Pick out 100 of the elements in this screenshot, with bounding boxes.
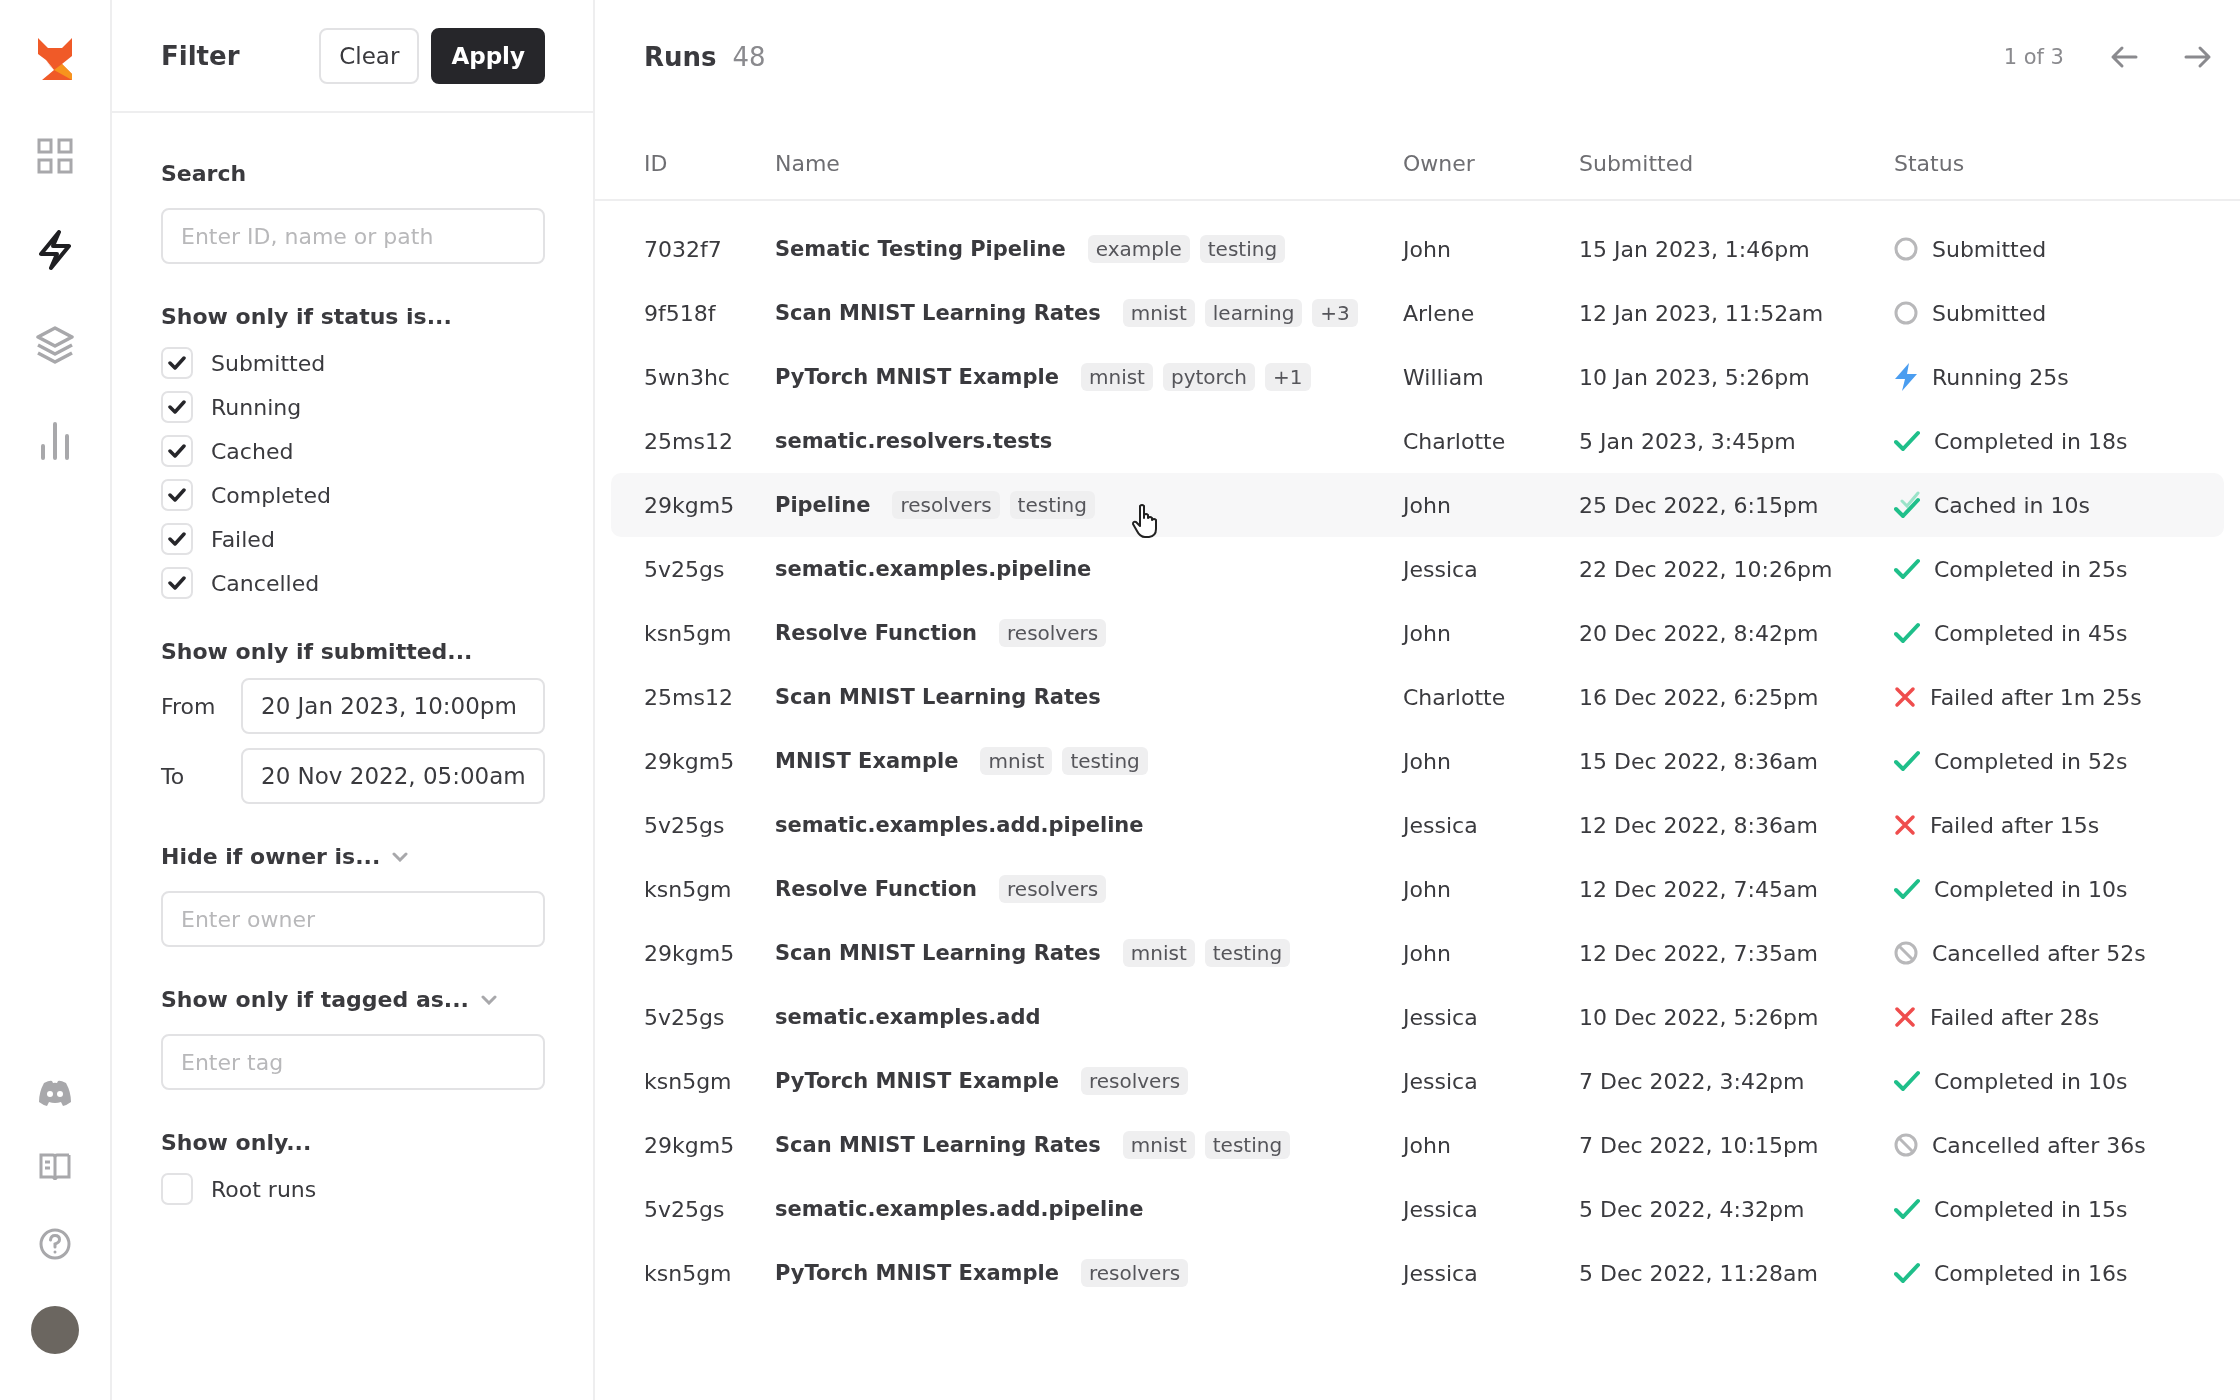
prohibited-icon: [1894, 941, 1918, 965]
run-name: sematic.examples.add.pipeline: [775, 813, 1144, 837]
checkbox[interactable]: [161, 347, 193, 379]
checkbox-label: Running: [211, 394, 302, 420]
table-row[interactable]: 29kgm5 Scan MNIST Learning Rates mnist testing John 7 Dec 2022, 10:15pm Cancelled after 36s: [611, 1113, 2224, 1177]
checkbox[interactable]: [161, 567, 193, 599]
checkbox-label: Submitted: [211, 350, 326, 376]
run-id: ksn5gm: [644, 876, 733, 902]
tag: resolvers: [1080, 1067, 1189, 1095]
column-header[interactable]: Name: [775, 150, 1403, 176]
checkbox[interactable]: [161, 391, 193, 423]
table-row[interactable]: 25ms12 Scan MNIST Learning Rates Charlotte 16 Dec 2022, 6:25pm Failed after 1m 25s: [611, 665, 2224, 729]
arrow-left-icon[interactable]: [2110, 44, 2138, 69]
dashboard-grid-icon[interactable]: [37, 138, 73, 174]
run-id: 5v25gs: [644, 1004, 726, 1030]
discord-icon[interactable]: [38, 1080, 72, 1106]
tag: testing: [1204, 1131, 1291, 1159]
column-header[interactable]: Owner: [1403, 150, 1579, 176]
runs-title: Runs: [644, 41, 717, 72]
fox-logo-icon[interactable]: [36, 36, 74, 82]
status-text: Cancelled after 36s: [1932, 1132, 2146, 1158]
highlighted-row[interactable]: 29kgm5 Pipeline resolvers testing John 25 Dec 2022, 6:15pm Cached in 10s: [611, 473, 2224, 537]
apply-button[interactable]: Apply: [431, 27, 545, 84]
tag: resolvers: [999, 875, 1107, 903]
owner-name: Arlene: [1403, 300, 1476, 326]
status-text: Failed after 28s: [1930, 1004, 2100, 1030]
owner-name: Jessica: [1403, 812, 1479, 838]
owner-name: Jessica: [1403, 1260, 1479, 1286]
submitted-date: 12 Dec 2022, 7:35am: [1579, 940, 1819, 966]
check-icon: [1894, 878, 1920, 900]
table-row[interactable]: 29kgm5 MNIST Example mnist testing John 15 Dec 2022, 8:36am Completed in 52s: [611, 729, 2224, 793]
run-id: ksn5gm: [644, 1068, 733, 1094]
checkbox[interactable]: [161, 523, 193, 555]
tag-field[interactable]: Enter tag: [161, 1034, 545, 1090]
chevron-down-icon[interactable]: [480, 994, 497, 1005]
column-header[interactable]: ID: [644, 150, 775, 176]
table-row[interactable]: 29kgm5 Scan MNIST Learning Rates mnist testing John 12 Dec 2022, 7:35am Cancelled after 52s: [611, 921, 2224, 985]
checkbox[interactable]: [161, 1173, 193, 1205]
clear-button[interactable]: Clear: [319, 27, 420, 84]
table-row[interactable]: ksn5gm PyTorch MNIST Example resolvers Jessica 7 Dec 2022, 3:42pm Completed in 10s: [611, 1049, 2224, 1113]
run-id: 29kgm5: [644, 1132, 736, 1158]
table-row[interactable]: 5wn3hc PyTorch MNIST Example mnist pytorch +1 William 10 Jan 2023, 5:26pm Running 25s: [611, 345, 2224, 409]
status-text: Completed in 52s: [1934, 748, 2128, 774]
book-icon[interactable]: [39, 1152, 71, 1182]
column-header[interactable]: Status: [1894, 150, 2240, 176]
checkmark-icon: [168, 400, 186, 414]
status-text: Completed in 45s: [1934, 620, 2128, 646]
status-filter-label: Show only if status is...: [161, 304, 453, 329]
status-text: Completed in 10s: [1934, 1068, 2128, 1094]
owner-name: Charlotte: [1403, 428, 1507, 454]
run-name: Scan MNIST Learning Rates: [775, 1133, 1101, 1157]
arrow-right-icon[interactable]: [2184, 44, 2212, 69]
table-row[interactable]: 5v25gs sematic.examples.add.pipeline Jessica 5 Dec 2022, 4:32pm Completed in 15s: [611, 1177, 2224, 1241]
cross-icon: [1894, 686, 1916, 708]
checkmark-icon: [168, 444, 186, 458]
empty-circle-icon: [1894, 301, 1918, 325]
submitted-date: 5 Dec 2022, 4:32pm: [1579, 1196, 1806, 1222]
submitted-date: 15 Dec 2022, 8:36am: [1579, 748, 1819, 774]
table-row[interactable]: ksn5gm Resolve Function resolvers John 12 Dec 2022, 7:45am Completed in 10s: [611, 857, 2224, 921]
to-date-field[interactable]: 20 Nov 2022, 05:00am: [241, 748, 545, 804]
tag: testing: [1199, 235, 1286, 263]
checkbox-label: Failed: [211, 526, 275, 552]
tag: mnist: [980, 747, 1053, 775]
column-header[interactable]: Submitted: [1579, 150, 1894, 176]
submitted-date: 12 Dec 2022, 8:36am: [1579, 812, 1819, 838]
lightning-bolt-icon: [1894, 363, 1918, 391]
checkbox[interactable]: [161, 479, 193, 511]
bar-chart-icon[interactable]: [39, 420, 71, 460]
status-text: Running 25s: [1932, 364, 2069, 390]
search-field[interactable]: Enter ID, name or path: [161, 208, 545, 264]
status-text: Completed in 25s: [1934, 556, 2128, 582]
run-name: Pipeline: [775, 493, 871, 517]
table-row[interactable]: 5v25gs sematic.examples.pipeline Jessica 22 Dec 2022, 10:26pm Completed in 25s: [611, 537, 2224, 601]
tag: testing: [1204, 939, 1291, 967]
checkbox[interactable]: [161, 435, 193, 467]
owner-name: John: [1403, 748, 1452, 774]
user-avatar[interactable]: [31, 1306, 79, 1354]
table-row[interactable]: 5v25gs sematic.examples.add.pipeline Jessica 12 Dec 2022, 8:36am Failed after 15s: [611, 793, 2224, 857]
status-text: Completed in 16s: [1934, 1260, 2128, 1286]
from-date-field[interactable]: 20 Jan 2023, 10:00pm: [241, 678, 545, 734]
table-row[interactable]: 5v25gs sematic.examples.add Jessica 10 Dec 2022, 5:26pm Failed after 28s: [611, 985, 2224, 1049]
run-name: sematic.examples.add: [775, 1005, 1041, 1029]
checkmark-icon: [168, 532, 186, 546]
owner-name: John: [1403, 876, 1452, 902]
table-row[interactable]: ksn5gm PyTorch MNIST Example resolvers Jessica 5 Dec 2022, 11:28am Completed in 16s: [611, 1241, 2224, 1305]
run-id: 29kgm5: [644, 492, 736, 518]
run-name: Scan MNIST Learning Rates: [775, 301, 1101, 325]
table-row[interactable]: 9f518f Scan MNIST Learning Rates mnist learning +3 Arlene 12 Jan 2023, 11:52am Submitted: [611, 281, 2224, 345]
status-text: Completed in 10s: [1934, 876, 2128, 902]
table-row[interactable]: ksn5gm Resolve Function resolvers John 20 Dec 2022, 8:42pm Completed in 45s: [611, 601, 2224, 665]
lightning-bolt-icon[interactable]: [37, 230, 73, 270]
layers-icon[interactable]: [36, 326, 74, 364]
table-row[interactable]: 25ms12 sematic.resolvers.tests Charlotte 5 Jan 2023, 3:45pm Completed in 18s: [611, 409, 2224, 473]
owner-field[interactable]: Enter owner: [161, 891, 545, 947]
table-row[interactable]: 7032f7 Sematic Testing Pipeline example testing John 15 Jan 2023, 1:46pm Submitted: [611, 217, 2224, 281]
tag: pytorch: [1162, 363, 1256, 391]
help-icon[interactable]: [39, 1228, 71, 1260]
chevron-down-icon[interactable]: [392, 851, 409, 862]
owner-name: John: [1403, 492, 1452, 518]
check-icon: [1894, 1070, 1920, 1092]
